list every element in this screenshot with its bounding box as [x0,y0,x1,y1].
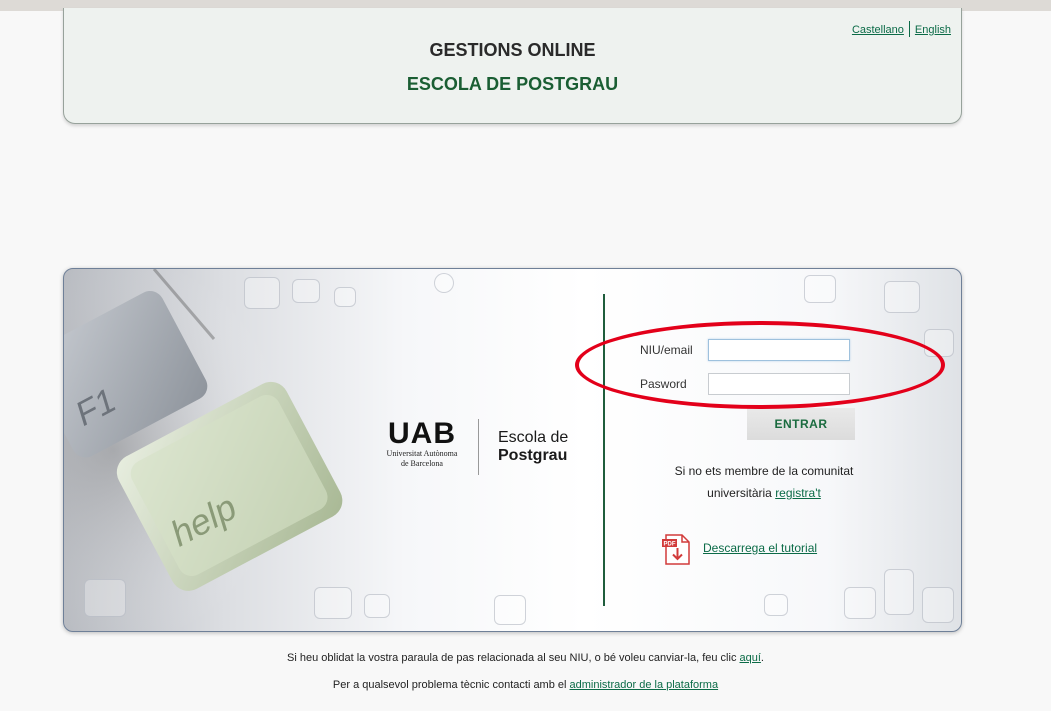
school-name-line1: Escola de [498,429,569,446]
uab-logo: UAB Universitat Autònoma de Barcelona [372,419,472,469]
lang-english-link[interactable]: English [915,24,951,36]
decor-square [764,594,788,616]
password-reset-link[interactable]: aquí [740,652,761,664]
admin-contact-link[interactable]: administrador de la plataforma [570,679,719,691]
logo-divider [478,419,479,475]
register-text-line2: universitària [707,486,776,500]
decor-square [364,594,390,618]
school-name: Escola de Postgrau [498,429,568,465]
register-text-line1: Si no ets membre de la comunitat [674,464,854,478]
footer-password-end: . [760,652,764,664]
register-prompt: Si no ets membre de la comunitat univers… [624,460,904,504]
decor-square [844,587,876,619]
decor-square [922,587,954,623]
language-selector: Castellano English [852,21,951,37]
login-submit-button[interactable]: ENTRAR [747,408,855,440]
password-label: Pasword [640,377,687,391]
pdf-download-icon[interactable]: PDF [660,533,694,567]
register-link[interactable]: registra't [775,486,821,500]
decor-square [292,279,320,303]
school-name-line2: Postgrau [498,447,568,464]
decor-circle [434,273,454,293]
password-input[interactable] [708,373,850,395]
footer-support: Per a qualsevol problema tècnic contacti… [0,679,1051,691]
decor-square [804,275,836,303]
footer-password-help: Si heu oblidat la vostra paraula de pas … [0,652,1051,664]
lang-castellano-link[interactable]: Castellano [852,24,904,36]
uab-logo-name-line1: Universitat Autònoma [386,449,458,458]
decor-square [924,329,954,357]
decor-square [884,569,914,615]
uab-logo-mark: UAB [388,417,456,450]
niu-email-label: NIU/email [640,343,693,357]
niu-email-input[interactable] [708,339,850,361]
decor-square [314,587,352,619]
lang-separator [908,21,910,37]
tutorial-download-link[interactable]: Descarrega el tutorial [703,541,817,555]
vertical-divider [603,294,605,606]
tutorial-download: Descarrega el tutorial [703,541,817,555]
decor-square [84,579,126,617]
decor-square [244,277,280,309]
page-subtitle: ESCOLA DE POSTGRAU [406,74,619,94]
decor-square [334,287,356,307]
decor-square [884,281,920,313]
page-title: GESTIONS ONLINE [429,40,596,60]
decor-square [494,595,526,625]
pdf-icon-label: PDF [664,542,676,548]
login-panel: F1 help UAB Universitat Autònoma de Barc… [63,268,962,632]
footer-password-text: Si heu oblidat la vostra paraula de pas … [287,652,740,664]
page-header: Castellano English GESTIONS ONLINE ESCOLA… [63,8,962,124]
footer-support-text: Per a qualsevol problema tècnic contacti… [332,679,570,691]
uab-logo-name-line2: de Barcelona [401,459,443,468]
